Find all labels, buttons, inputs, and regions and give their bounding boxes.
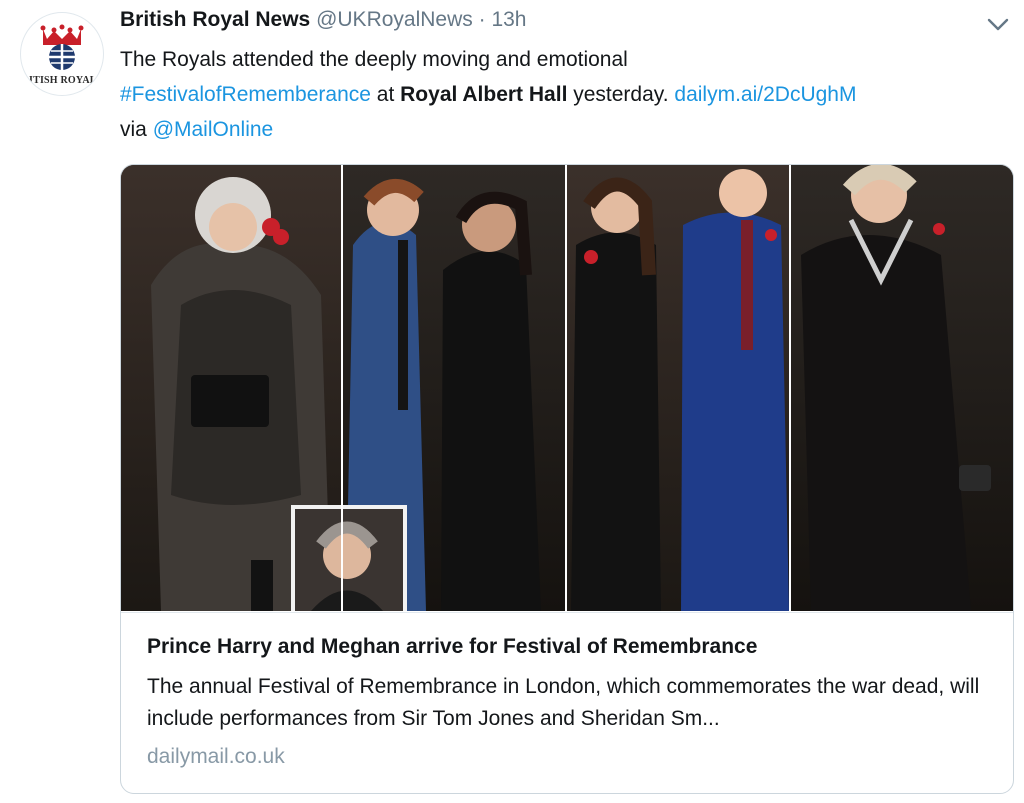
- author-handle[interactable]: @UKRoyalNews: [316, 8, 473, 31]
- tweet-text: The Royals attended the deeply moving an…: [120, 42, 1010, 147]
- card-photo-collage[interactable]: [121, 165, 1013, 611]
- article-short-link[interactable]: dailym.ai/2DcUghM: [674, 83, 856, 106]
- card-description: The annual Festival of Remembrance in Lo…: [147, 675, 980, 730]
- tweet-text-via: via: [120, 118, 153, 141]
- hashtag-link[interactable]: #FestivalofRememberance: [120, 83, 371, 106]
- tweet-text-at: at: [370, 83, 401, 106]
- link-preview-card[interactable]: Prince Harry and Meghan arrive for Festi…: [120, 164, 1014, 794]
- tweet-timestamp[interactable]: 13h: [491, 8, 526, 31]
- tweet-text-line1: The Royals attended the deeply moving an…: [120, 48, 628, 71]
- tweet-text-yesterday: yesterday.: [567, 83, 675, 106]
- tweet-menu-button[interactable]: [984, 12, 1012, 36]
- card-text-area[interactable]: Prince Harry and Meghan arrive for Festi…: [121, 612, 1013, 793]
- author-name[interactable]: British Royal News: [120, 8, 310, 31]
- card-title[interactable]: Prince Harry and Meghan arrive for Festi…: [147, 635, 757, 659]
- header-separator: ·: [472, 8, 492, 31]
- card-domain: dailymail.co.uk: [147, 745, 285, 768]
- photo-collage-image: [121, 165, 1013, 611]
- mention-link[interactable]: @MailOnline: [153, 118, 274, 141]
- avatar[interactable]: RITISH ROYALS: [20, 12, 104, 96]
- tweet-header: British Royal News @UKRoyalNews · 13h: [120, 8, 527, 38]
- avatar-logo-text: RITISH ROYALS: [21, 75, 103, 86]
- venue-text: Royal Albert Hall: [400, 83, 568, 106]
- chevron-down-icon: [987, 18, 1009, 31]
